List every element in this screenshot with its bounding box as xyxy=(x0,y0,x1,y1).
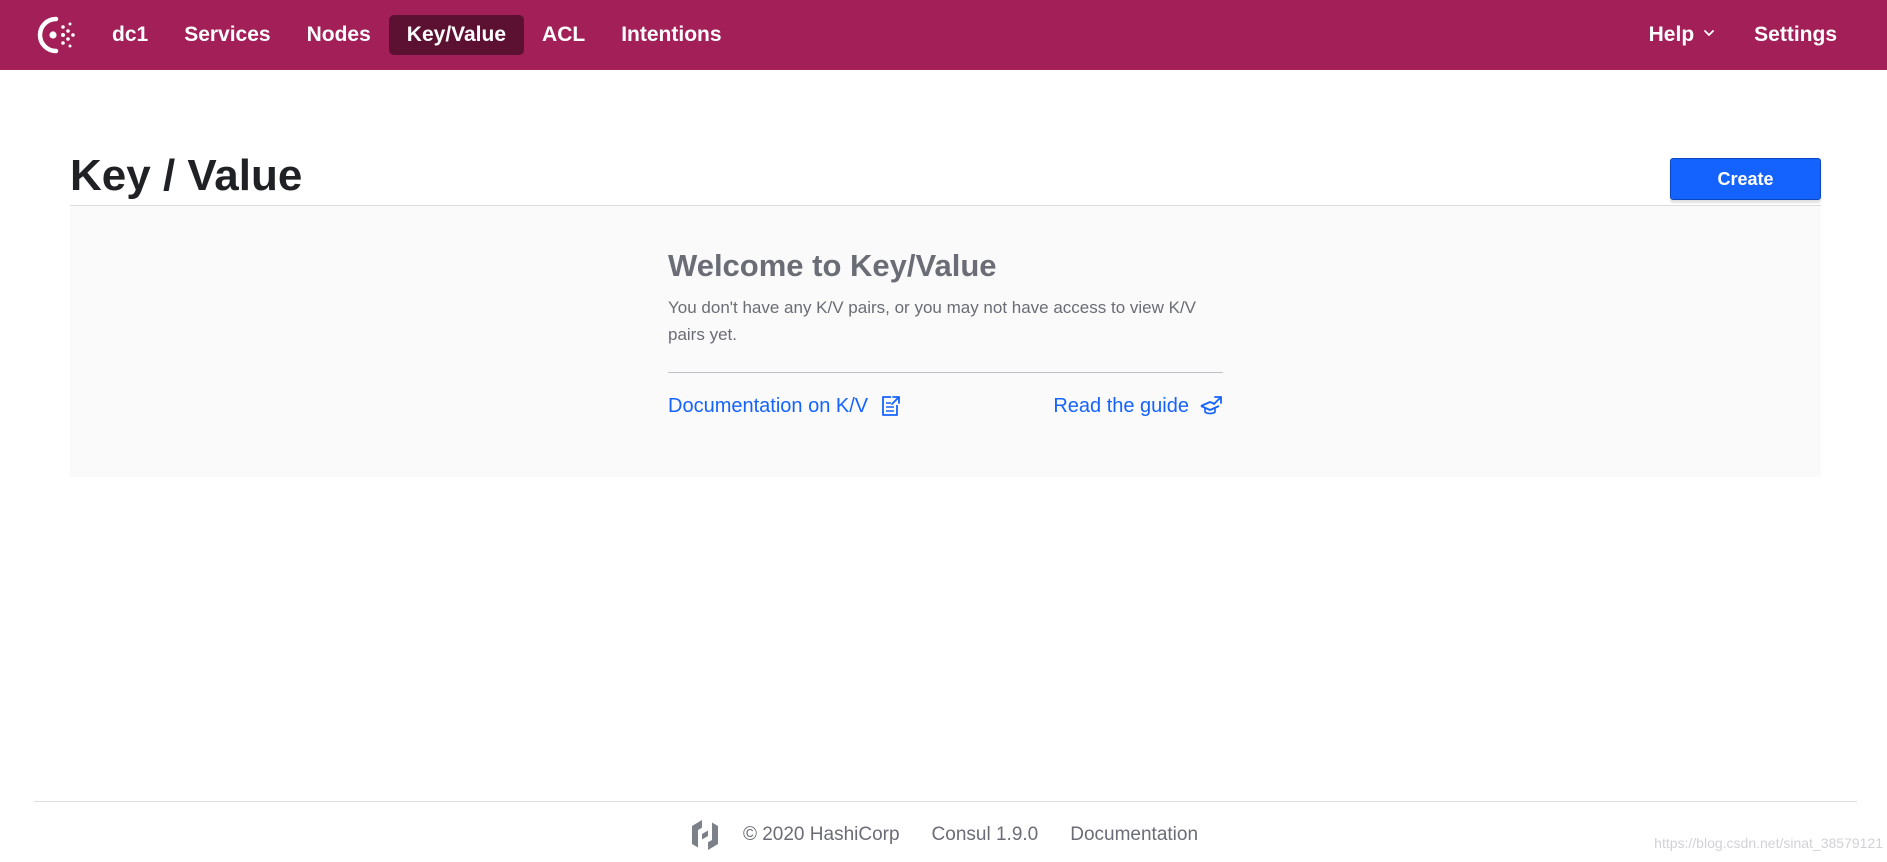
nav-item-services[interactable]: Services xyxy=(166,15,288,55)
documentation-kv-link[interactable]: Documentation on K/V xyxy=(668,391,902,421)
nav-item-intentions[interactable]: Intentions xyxy=(603,15,739,55)
footer-divider xyxy=(34,801,1857,802)
read-guide-label: Read the guide xyxy=(1053,395,1189,417)
read-guide-link[interactable]: Read the guide xyxy=(1053,391,1223,421)
nav-item-nodes[interactable]: Nodes xyxy=(289,15,389,55)
empty-state-actions: Documentation on K/V Read the guide xyxy=(668,391,1223,431)
consul-logo-icon[interactable] xyxy=(32,13,78,57)
nav-item-settings[interactable]: Settings xyxy=(1734,15,1857,55)
documentation-kv-label: Documentation on K/V xyxy=(668,395,869,417)
nav-item-key-value[interactable]: Key/Value xyxy=(388,15,525,55)
empty-state-panel: Welcome to Key/Value You don't have any … xyxy=(70,206,1821,477)
empty-state-body: You don't have any K/V pairs, or you may… xyxy=(668,298,1197,344)
document-external-icon xyxy=(882,396,901,416)
chevron-down-icon xyxy=(1704,30,1715,36)
create-button[interactable]: Create xyxy=(1670,158,1821,200)
footer-copyright: © 2020 HashiCorp xyxy=(742,824,900,845)
primary-nav: dc1 Services Nodes Key/Value ACL Intenti… xyxy=(94,0,740,70)
datacenter-selector[interactable]: dc1 xyxy=(94,15,166,55)
page-title: Key / Value xyxy=(70,151,303,200)
secondary-nav: Help Settings xyxy=(1629,0,1857,70)
empty-state-divider xyxy=(668,372,1223,373)
nav-item-acl[interactable]: ACL xyxy=(524,15,603,55)
footer-version: Consul 1.9.0 xyxy=(931,824,1039,845)
hashicorp-logo-icon xyxy=(691,820,718,850)
footer: © 2020 HashiCorp Consul 1.9.0 Documentat… xyxy=(0,818,1887,852)
top-navigation: dc1 Services Nodes Key/Value ACL Intenti… xyxy=(0,0,1887,70)
watermark-url: https://blog.csdn.net/sinat_38579121 xyxy=(1654,835,1883,851)
graduation-cap-external-icon xyxy=(1200,396,1222,415)
empty-state: Welcome to Key/Value You don't have any … xyxy=(668,246,1223,431)
help-label: Help xyxy=(1648,23,1695,46)
help-menu[interactable]: Help xyxy=(1629,15,1735,55)
footer-documentation-link[interactable]: Documentation xyxy=(1070,824,1198,846)
empty-state-title: Welcome to Key/Value xyxy=(668,248,997,283)
